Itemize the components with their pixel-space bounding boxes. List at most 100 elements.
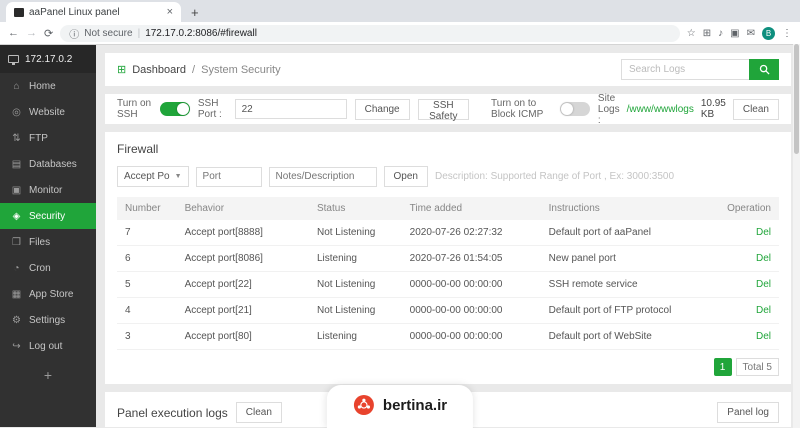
clean-panel-logs-button[interactable]: Clean (235, 402, 282, 423)
scrollbar-thumb[interactable] (794, 44, 799, 154)
ssh-toggle[interactable] (159, 102, 190, 116)
breadcrumb: ⊞ Dashboard / System Security (117, 63, 281, 77)
page-scrollbar[interactable] (793, 44, 800, 428)
breadcrumb-separator: / (192, 63, 196, 76)
ssh-settings-bar: Turn on SSH SSH Port : Change SSH Safety… (105, 93, 791, 126)
cell-status: Listening (308, 323, 402, 350)
sidebar-host: 172.17.0.2 (0, 45, 96, 73)
sidebar-item-cron[interactable]: ◔ Cron (0, 255, 96, 281)
sidebar-item-files[interactable]: ❒ Files (0, 229, 96, 255)
panel-log-button[interactable]: Panel log (717, 402, 779, 423)
cell-behavior: Accept port[22] (176, 271, 309, 298)
delete-rule-link[interactable]: Del (756, 227, 771, 238)
table-row: 3 Accept port[80] Listening 0000-00-00 0… (117, 323, 779, 350)
tab-title: aaPanel Linux panel (29, 6, 120, 18)
change-port-button[interactable]: Change (354, 98, 410, 120)
new-tab-button[interactable]: + (181, 5, 209, 22)
cell-number: 6 (117, 245, 177, 272)
table-row: 7 Accept port[8888] Not Listening 2020-0… (117, 220, 779, 246)
cell-status: Not Listening (308, 297, 402, 324)
cell-status: Listening (308, 245, 402, 272)
extension-icon-3[interactable]: ▣ (730, 28, 739, 39)
forward-icon[interactable]: → (26, 27, 37, 39)
back-icon[interactable]: ← (8, 27, 19, 39)
breadcrumb-dashboard[interactable]: Dashboard (132, 64, 186, 76)
globe-icon: ◎ (12, 106, 21, 118)
clean-logs-button[interactable]: Clean (732, 98, 779, 120)
sidebar-item-website[interactable]: ◎ Website (0, 99, 96, 125)
delete-rule-link[interactable]: Del (756, 279, 771, 290)
icmp-toggle[interactable] (559, 102, 590, 116)
browser-menu-icon[interactable]: ⋮ (782, 28, 792, 39)
open-port-button[interactable]: Open (383, 166, 428, 187)
delete-rule-link[interactable]: Del (756, 331, 771, 342)
reload-icon[interactable]: ⟳ (44, 27, 53, 40)
search-button[interactable] (749, 59, 779, 80)
url-text: 172.17.0.2:8086/#firewall (145, 27, 257, 39)
cell-status: Not Listening (308, 271, 402, 298)
shield-icon: ◈ (12, 210, 21, 222)
browser-tab[interactable]: aaPanel Linux panel × (6, 2, 181, 22)
ssh-port-input[interactable] (234, 99, 347, 119)
table-row: 6 Accept port[8086] Listening 2020-07-26… (117, 245, 779, 272)
profile-avatar[interactable]: B (762, 26, 775, 40)
delete-rule-link[interactable]: Del (756, 305, 771, 316)
dashboard-icon: ⊞ (117, 64, 127, 76)
search-input[interactable] (621, 59, 749, 80)
cell-number: 5 (117, 271, 177, 298)
table-header-row: Number Behavior Status Time added Instru… (117, 197, 779, 220)
sidebar-item-app-store[interactable]: ▦ App Store (0, 281, 96, 307)
breadcrumb-current: System Security (201, 63, 281, 76)
notes-input[interactable] (268, 166, 377, 187)
cell-time: 0000-00-00 00:00:00 (401, 297, 541, 324)
omnibox-divider: | (137, 27, 141, 39)
logout-icon: ↪ (12, 340, 21, 352)
transfer-icon: ⇅ (12, 132, 21, 144)
cell-time: 0000-00-00 00:00:00 (401, 323, 541, 350)
extension-icon-2[interactable]: ♪ (718, 28, 723, 39)
sidebar-item-ftp[interactable]: ⇅ FTP (0, 125, 96, 151)
delete-rule-link[interactable]: Del (756, 253, 771, 264)
panel-logs-title: Panel execution logs (117, 405, 228, 420)
page-1-button[interactable]: 1 (713, 358, 732, 376)
sidebar-item-label: Monitor (29, 184, 63, 196)
toggle-knob (560, 103, 573, 115)
sidebar-item-label: Security (29, 210, 66, 222)
site-logs-size: 10.95 KB (700, 98, 726, 120)
sidebar-item-label: Log out (29, 340, 63, 352)
sidebar-item-label: Databases (29, 158, 77, 170)
bertina-logo-icon (353, 395, 374, 415)
col-number: Number (117, 197, 177, 220)
not-secure-label: Not secure (84, 27, 133, 39)
home-icon: ⌂ (13, 80, 20, 92)
col-time-added: Time added (401, 197, 541, 220)
ssh-safety-button[interactable]: SSH Safety (417, 98, 470, 122)
pagination: 1 Total 5 (117, 358, 779, 376)
extension-icon-1[interactable]: ⊞ (703, 28, 711, 39)
cell-number: 7 (117, 220, 177, 246)
cell-time: 2020-07-26 02:27:32 (401, 220, 541, 246)
sidebar-item-home[interactable]: ⌂ Home (0, 73, 96, 99)
ssh-port-label: SSH Port : (197, 98, 222, 120)
sidebar-item-label: Home (29, 80, 56, 92)
sidebar-item-security[interactable]: ◈ Security (0, 203, 96, 229)
tab-close-icon[interactable]: × (167, 6, 173, 18)
sidebar-item-settings[interactable]: ⚙ Settings (0, 307, 96, 333)
cell-behavior: Accept port[8888] (176, 220, 309, 246)
host-address: 172.17.0.2 (25, 53, 73, 65)
sidebar-item-monitor[interactable]: ▣ Monitor (0, 177, 96, 203)
bookmark-star-icon[interactable]: ☆ (687, 28, 696, 39)
port-input[interactable] (195, 166, 262, 187)
site-logs-path-link[interactable]: /www/wwwlogs (627, 104, 694, 115)
sidebar-expand-button[interactable]: + (0, 359, 96, 391)
page-header: ⊞ Dashboard / System Security (105, 53, 791, 86)
sidebar-item-databases[interactable]: ▤ Databases (0, 151, 96, 177)
sidebar-item-logout[interactable]: ↪ Log out (0, 333, 96, 359)
cell-instructions: SSH remote service (540, 271, 713, 298)
accept-port-select[interactable]: Accept Po ▼ (117, 166, 189, 187)
extension-icon-4[interactable]: ✉ (747, 28, 755, 39)
firewall-title: Firewall (117, 142, 159, 156)
address-bar[interactable]: ⓘ Not secure | 172.17.0.2:8086/#firewall (60, 24, 680, 42)
cell-time: 2020-07-26 01:54:05 (401, 245, 541, 272)
cell-instructions: New panel port (540, 245, 713, 272)
